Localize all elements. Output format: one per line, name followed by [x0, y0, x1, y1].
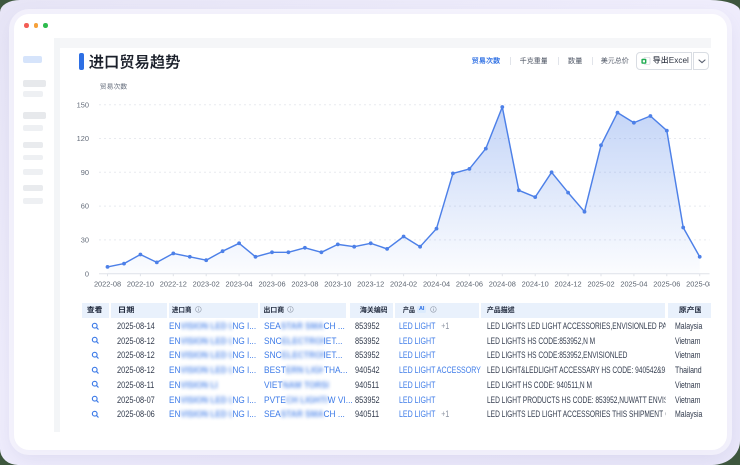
svg-text:2023-02: 2023-02 [193, 280, 220, 289]
svg-text:2024-04: 2024-04 [423, 280, 450, 289]
svg-text:120: 120 [77, 134, 89, 143]
svg-text:2022-12: 2022-12 [160, 280, 187, 289]
svg-text:2024-02: 2024-02 [390, 280, 417, 289]
svg-text:2023-08: 2023-08 [291, 280, 318, 289]
svg-text:2022-08: 2022-08 [94, 280, 121, 289]
svg-text:2025-06: 2025-06 [653, 280, 680, 289]
svg-text:2023-10: 2023-10 [324, 280, 351, 289]
svg-text:2022-10: 2022-10 [127, 280, 154, 289]
svg-text:150: 150 [77, 100, 89, 109]
svg-text:2023-04: 2023-04 [226, 280, 253, 289]
svg-text:2024-12: 2024-12 [555, 280, 582, 289]
svg-text:2024-06: 2024-06 [456, 280, 483, 289]
svg-text:60: 60 [81, 202, 89, 211]
svg-text:0: 0 [85, 269, 89, 278]
svg-text:2025-08: 2025-08 [686, 280, 709, 289]
svg-text:2025-02: 2025-02 [587, 280, 614, 289]
svg-text:2023-12: 2023-12 [357, 280, 384, 289]
svg-text:2025-04: 2025-04 [620, 280, 647, 289]
svg-text:2024-08: 2024-08 [489, 280, 516, 289]
svg-text:30: 30 [81, 236, 89, 245]
svg-text:2023-06: 2023-06 [258, 280, 285, 289]
svg-text:90: 90 [81, 168, 89, 177]
svg-text:2024-10: 2024-10 [522, 280, 549, 289]
